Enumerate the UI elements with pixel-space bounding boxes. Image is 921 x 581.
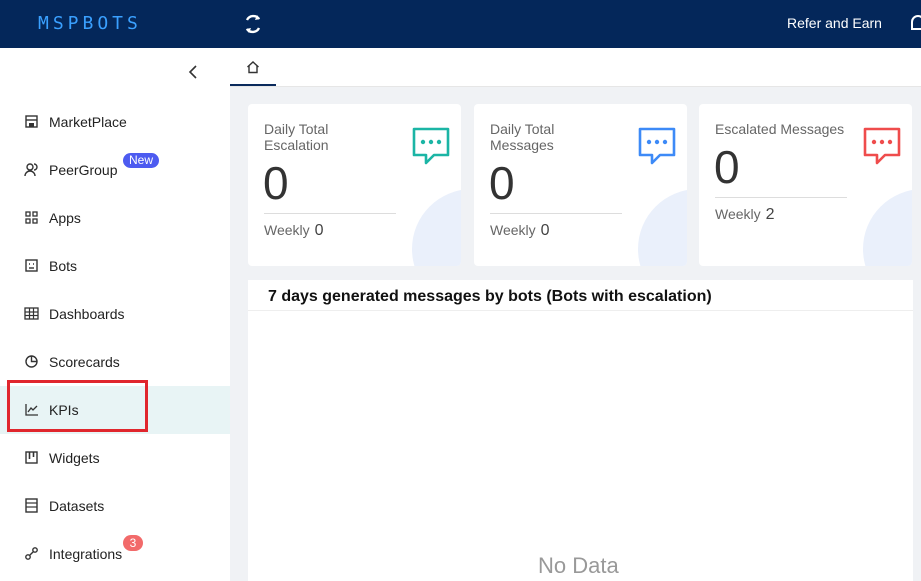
tab-home[interactable] (230, 48, 276, 86)
sidebar-item-widgets[interactable]: Widgets (0, 434, 230, 482)
sidebar-item-label: Integrations (49, 546, 123, 562)
sidebar-item-integrations[interactable]: Integrations 3 (0, 530, 230, 578)
sidebar-item-apps[interactable]: Apps (0, 194, 230, 242)
sidebar-item-bots[interactable]: Bots (0, 242, 230, 290)
refresh-icon[interactable] (240, 12, 266, 36)
users-icon (24, 163, 38, 177)
svg-text:MSPBOTS: MSPBOTS (38, 13, 142, 34)
card-title: Escalated Messages (715, 121, 845, 137)
sidebar-item-label: KPIs (49, 402, 79, 418)
sidebar-item-label: Datasets (49, 498, 105, 514)
pie-icon (25, 355, 38, 368)
refer-and-earn-link[interactable]: Refer and Earn (787, 15, 882, 31)
sidebar-item-scorecards[interactable]: Scorecards (0, 338, 230, 386)
dataset-icon (25, 498, 38, 513)
sidebar-item-dashboards[interactable]: Dashboards (0, 290, 230, 338)
sidebar-item-peergroup[interactable]: PeerGroup New (0, 146, 230, 194)
card-divider (264, 213, 396, 214)
chevron-left-icon[interactable] (183, 62, 203, 82)
notification-count-badge: 3 (123, 535, 143, 551)
card-value: 0 (489, 157, 515, 209)
chat-bubble-icon (638, 127, 676, 165)
grid-icon (25, 211, 38, 224)
tab-bar (230, 48, 921, 87)
table-icon (24, 307, 39, 320)
line-chart-icon (25, 404, 38, 416)
card-weekly: Weekly 0 (264, 222, 324, 240)
chart-panel: 7 days generated messages by bots (Bots … (248, 280, 913, 581)
card-divider (490, 213, 622, 214)
weekly-label: Weekly (715, 206, 761, 222)
sidebar-item-label: Apps (49, 210, 81, 226)
weekly-label: Weekly (490, 222, 536, 238)
store-icon (25, 115, 38, 128)
weekly-value: 2 (765, 206, 775, 223)
chat-bubble-icon (412, 127, 450, 165)
bell-icon[interactable] (908, 12, 921, 36)
bot-icon (25, 259, 38, 272)
home-icon (247, 61, 259, 74)
card-title: Daily Total Escalation (264, 121, 329, 153)
panel-divider (248, 310, 913, 311)
sidebar-item-datasets[interactable]: Datasets (0, 482, 230, 530)
stat-card-daily-escalation: Daily Total Escalation 0 Weekly 0 (248, 104, 461, 266)
plug-icon (25, 547, 38, 560)
sidebar-item-kpis[interactable]: KPIs (0, 386, 230, 434)
card-weekly: Weekly 0 (490, 222, 550, 240)
sidebar-item-label: Bots (49, 258, 78, 274)
new-badge: New (123, 153, 160, 168)
panel-title: 7 days generated messages by bots (Bots … (268, 288, 712, 305)
card-divider (715, 197, 847, 198)
sidebar-item-label: MarketPlace (49, 114, 127, 130)
sidebar-item-label: Dashboards (49, 306, 125, 322)
weekly-value: 0 (314, 222, 324, 239)
sidebar: MarketPlace PeerGroup New Apps Bots Dash… (0, 48, 230, 581)
card-weekly: Weekly 2 (715, 206, 775, 224)
stat-card-escalated-messages: Escalated Messages 0 Weekly 2 (699, 104, 912, 266)
weekly-value: 0 (540, 222, 550, 239)
stat-card-daily-messages: Daily Total Messages 0 Weekly 0 (474, 104, 687, 266)
widget-icon (25, 451, 38, 464)
sidebar-item-label: Widgets (49, 450, 100, 466)
empty-state-text: No Data (538, 553, 619, 578)
card-title: Daily Total Messages (490, 121, 555, 153)
card-value: 0 (714, 141, 740, 193)
card-value: 0 (263, 157, 289, 209)
chat-bubble-icon (863, 127, 901, 165)
sidebar-item-label: PeerGroup (49, 162, 118, 178)
card-decoration (638, 189, 687, 266)
card-decoration (863, 189, 912, 266)
card-decoration (412, 189, 461, 266)
sidebar-item-label: Scorecards (49, 354, 120, 370)
weekly-label: Weekly (264, 222, 310, 238)
top-bar: MSPBOTS Refer and Earn (0, 0, 921, 48)
mspbots-logo[interactable]: MSPBOTS (38, 11, 188, 35)
sidebar-item-marketplace[interactable]: MarketPlace (0, 98, 230, 146)
